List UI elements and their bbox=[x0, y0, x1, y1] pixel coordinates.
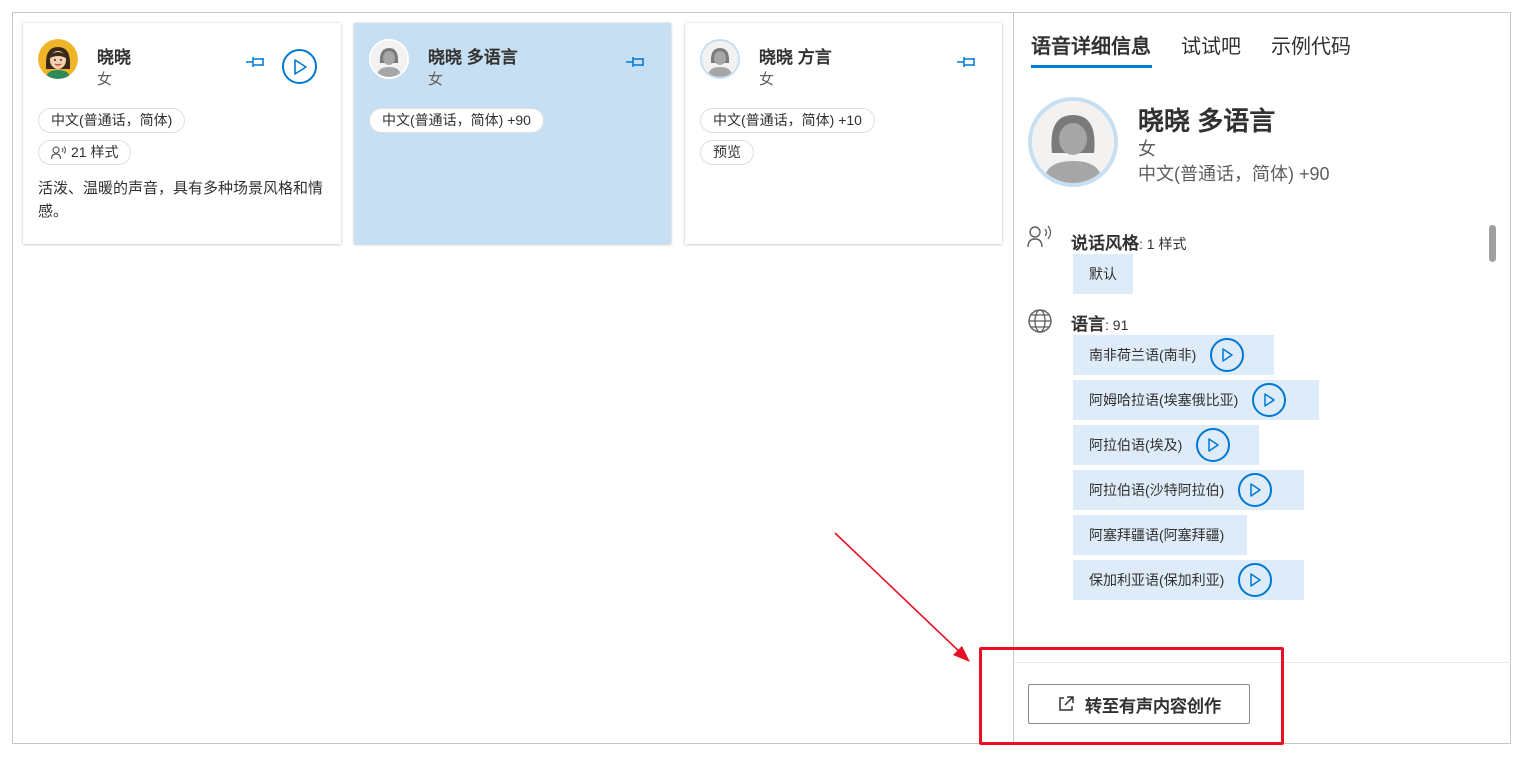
voice-card-xiaoxiao-dialect[interactable]: 晓晓 方言 女 中文(普通话，简体) +10 预览 bbox=[685, 23, 1002, 244]
style-chip-default[interactable]: 默认 bbox=[1073, 254, 1133, 294]
play-icon[interactable] bbox=[1210, 338, 1245, 372]
play-icon[interactable] bbox=[1238, 473, 1273, 507]
scrollbar-thumb[interactable] bbox=[1489, 225, 1496, 262]
voice-name: 晓晓 bbox=[97, 48, 131, 67]
voice-name: 晓晓 多语言 bbox=[428, 48, 518, 67]
language-chip[interactable]: 阿塞拜疆语(阿塞拜疆) bbox=[1073, 515, 1247, 555]
styles-badge: 21 样式 bbox=[38, 140, 132, 165]
voice-description: 活泼、温暖的声音，具有多种场景风格和情感。 bbox=[38, 180, 324, 220]
play-icon[interactable] bbox=[1252, 383, 1287, 417]
globe-icon bbox=[1027, 308, 1053, 334]
language-tag: 中文(普通话，简体) bbox=[38, 108, 186, 133]
detail-voice-gender: 女 bbox=[1138, 139, 1156, 159]
speaking-style-label: 说话风格: 1 样式 bbox=[1071, 234, 1187, 253]
voice-card-xiaoxiao[interactable]: 晓晓 女 中文(普通话，简体) 21 样式 活泼、温暖的声音，具有多种场景风格和… bbox=[23, 23, 341, 244]
voice-style-icon bbox=[51, 145, 67, 159]
styles-count: 21 样式 bbox=[71, 144, 119, 160]
tab-voice-details[interactable]: 语音详细信息 bbox=[1031, 30, 1151, 59]
detail-voice-language: 中文(普通话，简体) +90 bbox=[1138, 164, 1330, 184]
language-tag: 中文(普通话，简体) +10 bbox=[700, 108, 875, 133]
voice-detail-panel: 语音详细信息 试试吧 示例代码 晓晓 多语言 女 中文(普通话，简体) +90 … bbox=[1013, 13, 1511, 743]
tab-try-it[interactable]: 试试吧 bbox=[1181, 30, 1241, 59]
voice-gender: 女 bbox=[759, 71, 775, 88]
pin-icon[interactable] bbox=[245, 54, 267, 70]
voice-gender: 女 bbox=[97, 71, 113, 88]
voice-gender: 女 bbox=[428, 71, 444, 88]
annotation-highlight-box bbox=[979, 647, 1284, 745]
pin-icon[interactable] bbox=[956, 54, 978, 70]
language-chip[interactable]: 保加利亚语(保加利亚) bbox=[1073, 560, 1304, 600]
detail-voice-name: 晓晓 多语言 bbox=[1138, 106, 1276, 136]
voice-style-icon bbox=[1027, 225, 1053, 251]
language-chip[interactable]: 阿拉伯语(沙特阿拉伯) bbox=[1073, 470, 1304, 510]
detail-avatar bbox=[1028, 97, 1118, 187]
play-icon[interactable] bbox=[282, 49, 317, 84]
language-tag: 中文(普通话，简体) +90 bbox=[369, 108, 544, 133]
voice-name: 晓晓 方言 bbox=[759, 48, 832, 67]
language-chip[interactable]: 南非荷兰语(南非) bbox=[1073, 335, 1274, 375]
play-icon[interactable] bbox=[1238, 563, 1273, 597]
tab-sample-code[interactable]: 示例代码 bbox=[1271, 30, 1351, 59]
language-chip[interactable]: 阿拉伯语(埃及) bbox=[1073, 425, 1259, 465]
play-icon[interactable] bbox=[1196, 428, 1231, 462]
preview-tag: 预览 bbox=[700, 140, 754, 165]
language-chip[interactable]: 阿姆哈拉语(埃塞俄比亚) bbox=[1073, 380, 1319, 420]
pin-icon[interactable] bbox=[625, 54, 647, 70]
language-label: 语言: 91 bbox=[1071, 315, 1129, 334]
voice-avatar-generic bbox=[700, 39, 740, 79]
voice-avatar-generic bbox=[369, 39, 409, 79]
active-tab-indicator bbox=[1031, 65, 1152, 68]
voice-card-xiaoxiao-multilingual[interactable]: 晓晓 多语言 女 中文(普通话，简体) +90 bbox=[354, 23, 671, 244]
voice-avatar-illustrated bbox=[38, 39, 78, 79]
